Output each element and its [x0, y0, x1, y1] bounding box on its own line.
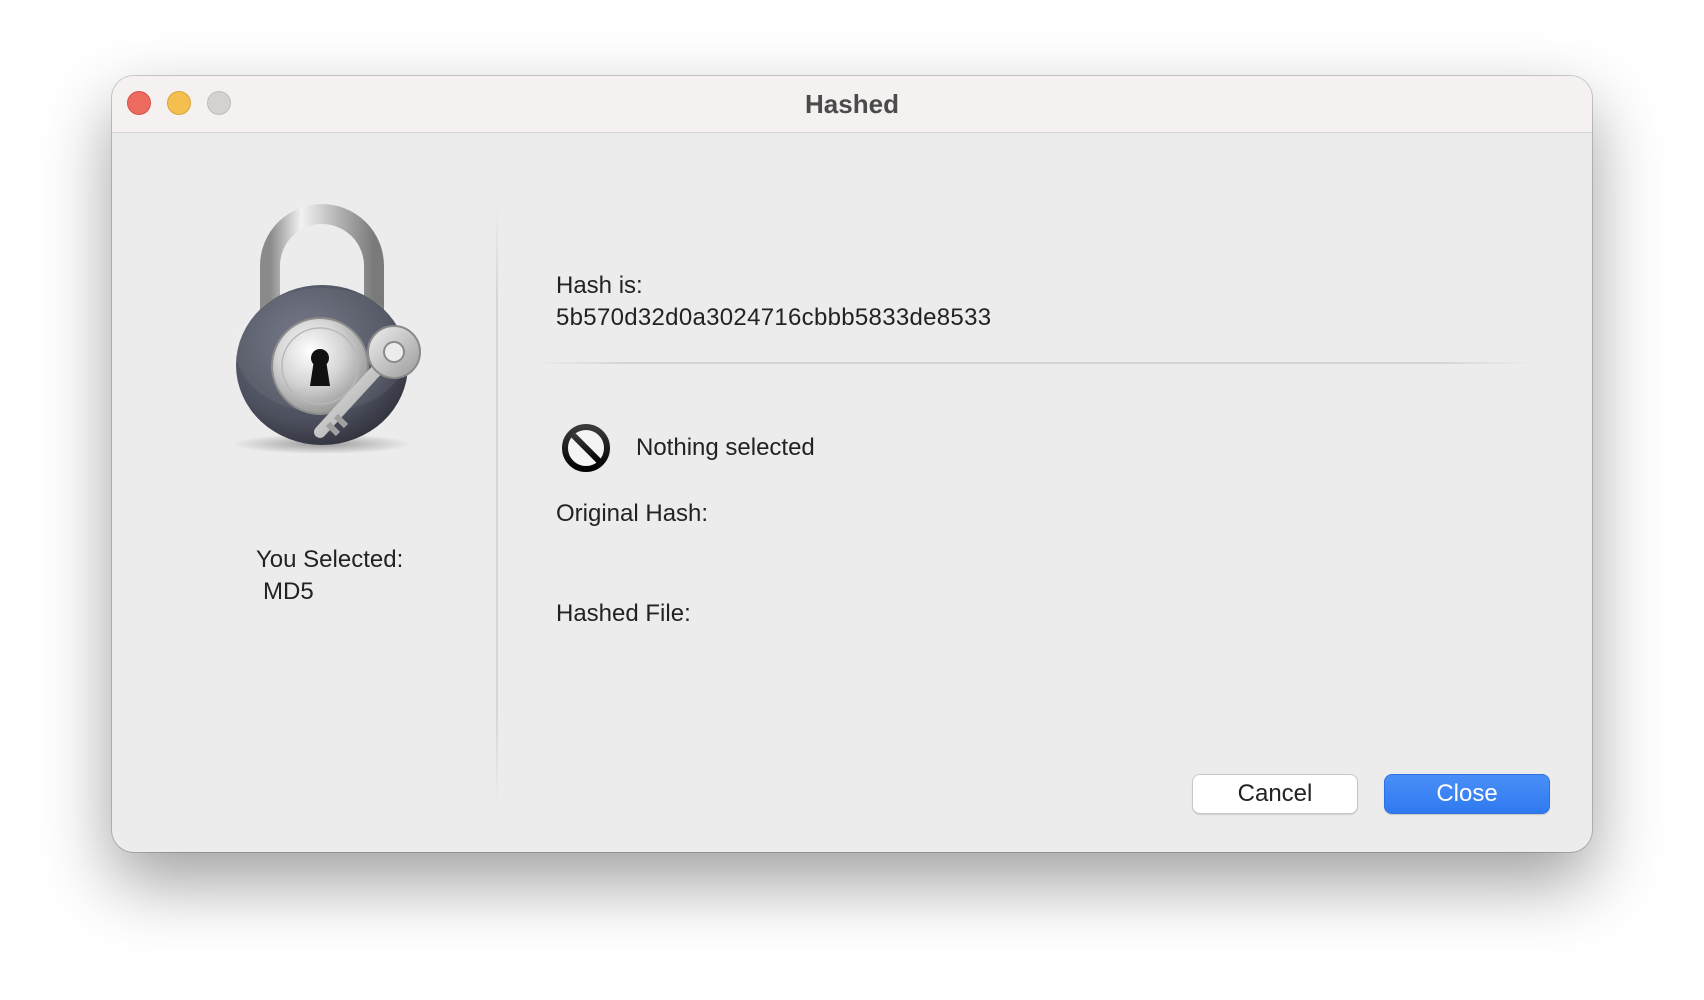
you-selected-label: You Selected: [256, 546, 404, 573]
selected-algorithm-value: MD5 [263, 578, 314, 605]
hash-value: 5b570d32d0a3024716cbbb5833de8533 [556, 304, 992, 331]
window-title: Hashed [805, 89, 899, 119]
original-hash-label: Original Hash: [556, 500, 709, 527]
hashed-window: Hashed You Selected: MD5 Hash is: 5b570d… [112, 76, 1592, 852]
hashed-file-label: Hashed File: [556, 600, 691, 627]
nothing-selected-status: Nothing selected [636, 434, 815, 461]
hash-is-label: Hash is: [556, 272, 643, 299]
close-button[interactable]: Close [1384, 774, 1550, 814]
horizontal-divider [532, 362, 1532, 364]
prohibited-icon [562, 424, 610, 472]
title-bar[interactable]: Hashed [112, 76, 1592, 133]
vertical-divider [496, 206, 498, 806]
padlock-with-key-icon [232, 204, 421, 454]
cancel-button[interactable]: Cancel [1192, 774, 1358, 814]
